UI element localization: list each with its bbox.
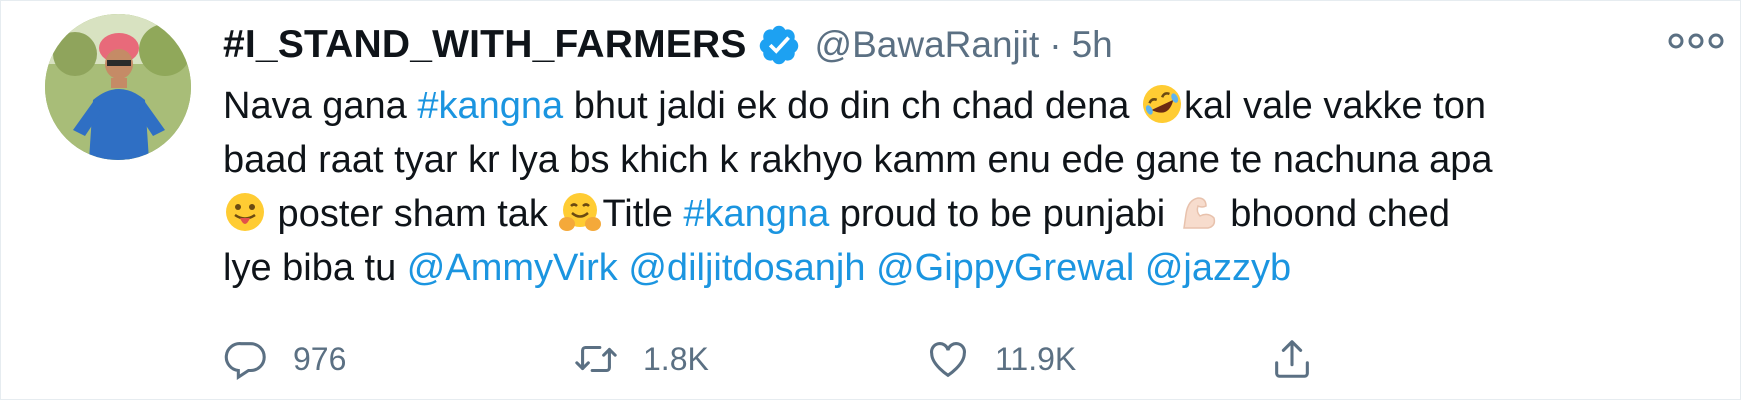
tweet-text-segment: kal vale vakke ton [1183,85,1487,127]
retweet-count: 1.8K [643,340,709,377]
heart-icon [930,342,966,378]
hugging-face-emoji-icon [559,193,602,231]
tweet-text-segment: bhut jaldi ek do din ch chad dena [563,85,1140,127]
flexed-biceps-emoji-icon [1182,197,1215,229]
rolling-laughing-emoji-icon [1142,85,1181,123]
share-icon [1275,340,1309,378]
tweet-text: Nava gana #kangna bhut jaldi ek do din c… [223,79,1723,295]
like-button[interactable]: 11.9K [925,331,1076,387]
action-bar: 976 1.8K 11.9K [223,331,1483,387]
retweet-icon [575,345,617,373]
hashtag-link[interactable]: #kangna [417,85,563,127]
more-options-icon[interactable] [1666,23,1726,59]
tongue-out-emoji-icon [226,193,264,231]
tweet-text-segment: Title [602,193,684,235]
verified-badge-icon [759,25,798,65]
reply-count: 976 [293,340,347,377]
tweet-card[interactable]: #I_STAND_WITH_FARMERS @BawaRanjit · 5h N… [0,0,1741,400]
tweet-text-segment: lye biba tu [223,247,407,289]
retweet-button[interactable]: 1.8K [573,331,709,387]
separator-dot: · [1049,24,1062,65]
avatar-image [45,14,191,160]
user-handle[interactable]: @BawaRanjit [815,24,1040,66]
reply-button[interactable]: 976 [223,331,346,387]
share-button[interactable] [1269,331,1315,387]
like-count: 11.9K [995,340,1077,377]
reply-icon [224,342,266,381]
tweet-header: #I_STAND_WITH_FARMERS @BawaRanjit · 5h [223,15,1113,75]
tweet-text-segment: poster sham tak [267,193,559,235]
mention-link[interactable]: @GippyGrewal [876,247,1134,289]
timestamp[interactable]: 5h [1072,24,1113,66]
avatar[interactable] [45,14,191,160]
mention-link[interactable]: @diljitdosanjh [628,247,865,289]
mention-link[interactable]: @AmmyVirk [407,247,618,289]
mention-link[interactable]: @jazzyb [1145,247,1291,289]
tweet-text-segment: bhoond ched [1219,193,1451,235]
hashtag-link[interactable]: #kangna [683,193,829,235]
tweet-text-segment: Nava gana [223,85,418,127]
tweet-text-segment: proud to be punjabi [829,193,1176,235]
tweet-text-segment: baad raat tyar kr lya bs khich k rakhyo … [223,139,1493,181]
display-name[interactable]: #I_STAND_WITH_FARMERS [223,23,747,67]
